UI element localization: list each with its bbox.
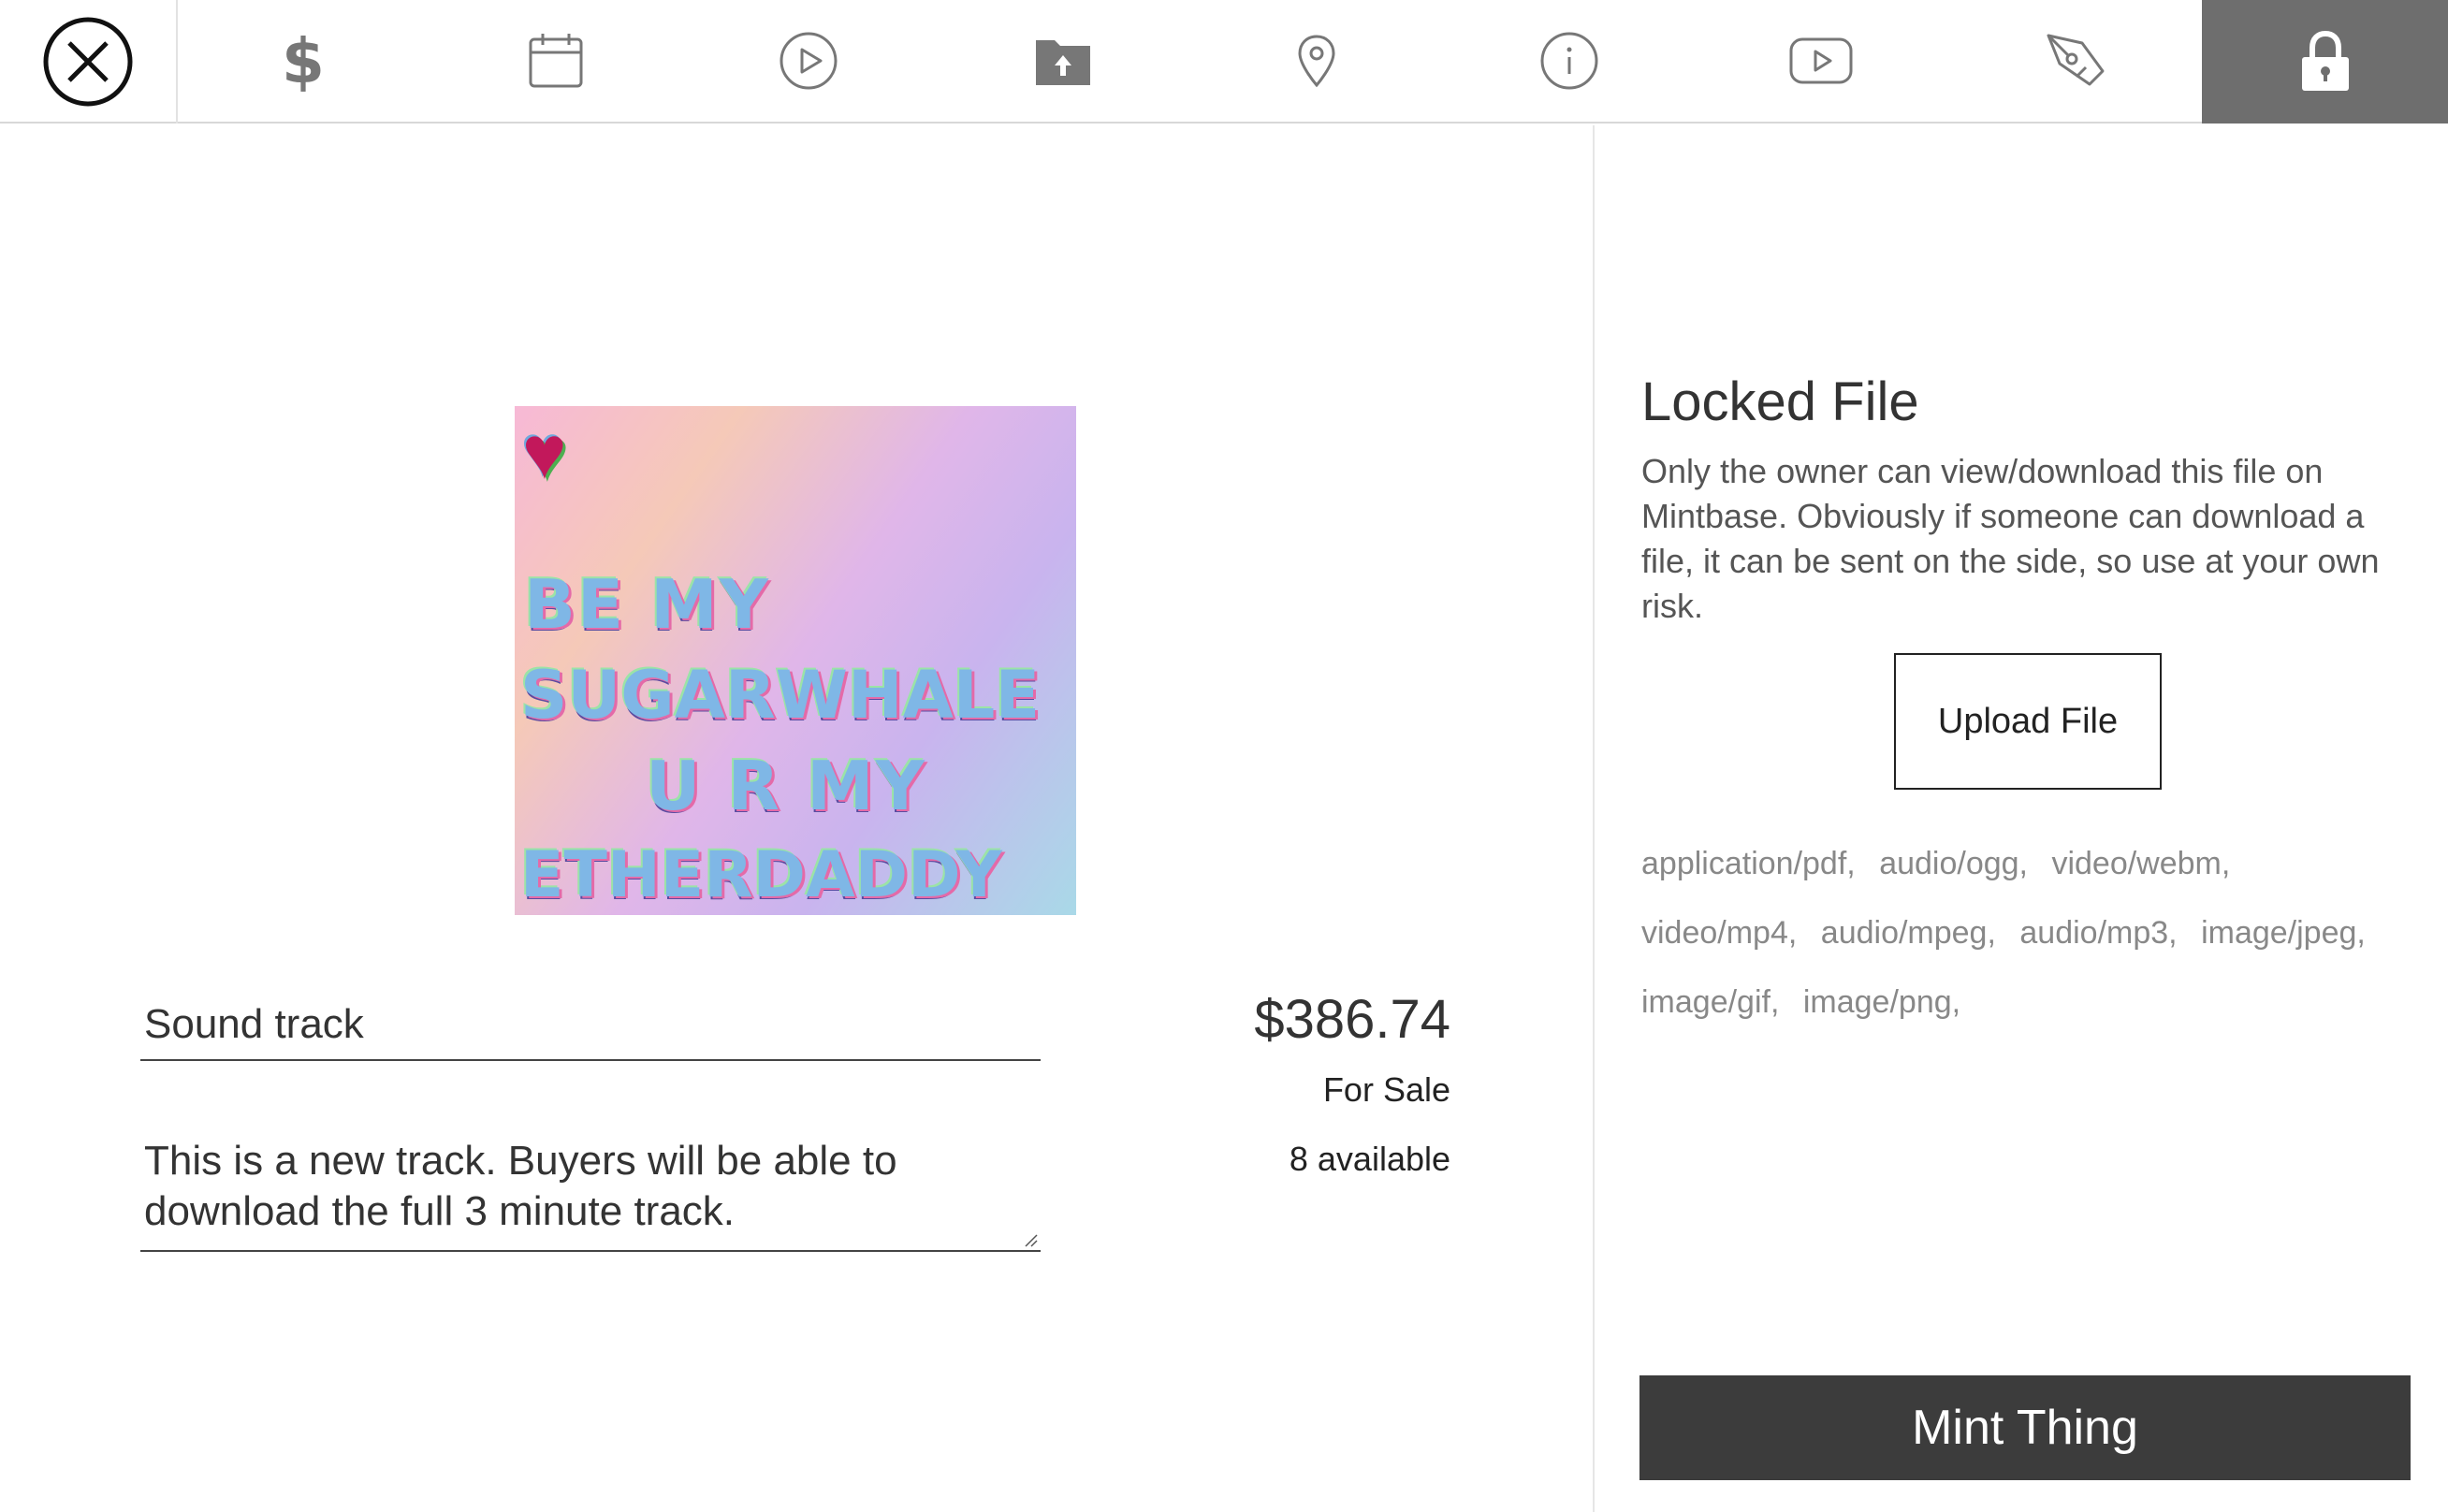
top-toolbar: $ xyxy=(0,0,2448,124)
calendar-icon xyxy=(529,34,583,88)
artwork-line: ETHERDADDY xyxy=(520,838,1002,912)
file-type: application/pdf, xyxy=(1641,846,1856,881)
map-pin-icon xyxy=(1298,35,1335,88)
info-icon xyxy=(1540,32,1598,90)
locked-file-tab[interactable] xyxy=(2202,0,2448,124)
youtube-tab[interactable] xyxy=(1746,0,1896,122)
artwork-image[interactable]: ♥ BE MY SUGARWHALE U R MY ETHERDADDY xyxy=(515,406,1076,915)
artwork-line: BE MY xyxy=(524,565,770,644)
file-type: audio/ogg, xyxy=(1879,846,2028,881)
file-type: audio/mpeg, xyxy=(1820,915,1996,951)
title-input[interactable] xyxy=(144,1001,1024,1048)
file-type: video/webm, xyxy=(2051,846,2231,881)
price-value: $386.74 xyxy=(1254,989,1450,1050)
heart-icon: ♥ xyxy=(522,411,567,494)
pen-tool-icon xyxy=(2047,34,2105,86)
close-icon xyxy=(43,17,133,107)
file-type: image/jpeg, xyxy=(2201,915,2366,951)
youtube-icon xyxy=(1789,37,1853,84)
file-type: video/mp4, xyxy=(1641,915,1798,951)
folder-upload-icon xyxy=(1036,40,1090,85)
description-field: This is a new track. Buyers will be able… xyxy=(140,1127,1041,1252)
locked-file-panel: Locked File Only the owner can view/down… xyxy=(1593,125,2448,1512)
dollar-icon: $ xyxy=(282,24,325,97)
design-tab[interactable] xyxy=(2001,0,2150,122)
file-type: image/png, xyxy=(1802,984,1961,1020)
lock-icon xyxy=(2301,31,2349,91)
title-field xyxy=(140,986,1041,1061)
mint-thing-button[interactable]: Mint Thing xyxy=(1639,1375,2411,1480)
upload-file-button[interactable]: Upload File xyxy=(1894,653,2162,790)
panel-title: Locked File xyxy=(1641,371,1919,432)
artwork-line: U R MY xyxy=(646,747,926,825)
media-tab[interactable] xyxy=(734,0,883,122)
file-type: image/gif, xyxy=(1641,984,1780,1020)
sale-status: For Sale xyxy=(1322,1070,1450,1109)
panel-description: Only the owner can view/download this fi… xyxy=(1641,452,2380,625)
play-circle-icon xyxy=(780,32,838,90)
thing-editor: ♥ BE MY SUGARWHALE U R MY ETHERDADDY Thi… xyxy=(0,125,1591,1512)
available-count: 8 available xyxy=(1289,1140,1450,1178)
file-type: audio/mp3, xyxy=(2019,915,2178,951)
resize-grip-icon[interactable] xyxy=(1022,1231,1039,1248)
upload-tab[interactable] xyxy=(988,0,1138,122)
info-tab[interactable] xyxy=(1494,0,1644,122)
price-tab[interactable]: $ xyxy=(228,0,378,122)
close-button[interactable] xyxy=(0,0,178,124)
location-tab[interactable] xyxy=(1242,0,1392,122)
accepted-file-types: application/pdf, audio/ogg, video/webm, … xyxy=(1641,829,2418,1037)
artwork-line: SUGARWHALE xyxy=(520,657,1041,734)
description-textarea[interactable]: This is a new track. Buyers will be able… xyxy=(144,1136,1014,1239)
schedule-tab[interactable] xyxy=(481,0,631,122)
